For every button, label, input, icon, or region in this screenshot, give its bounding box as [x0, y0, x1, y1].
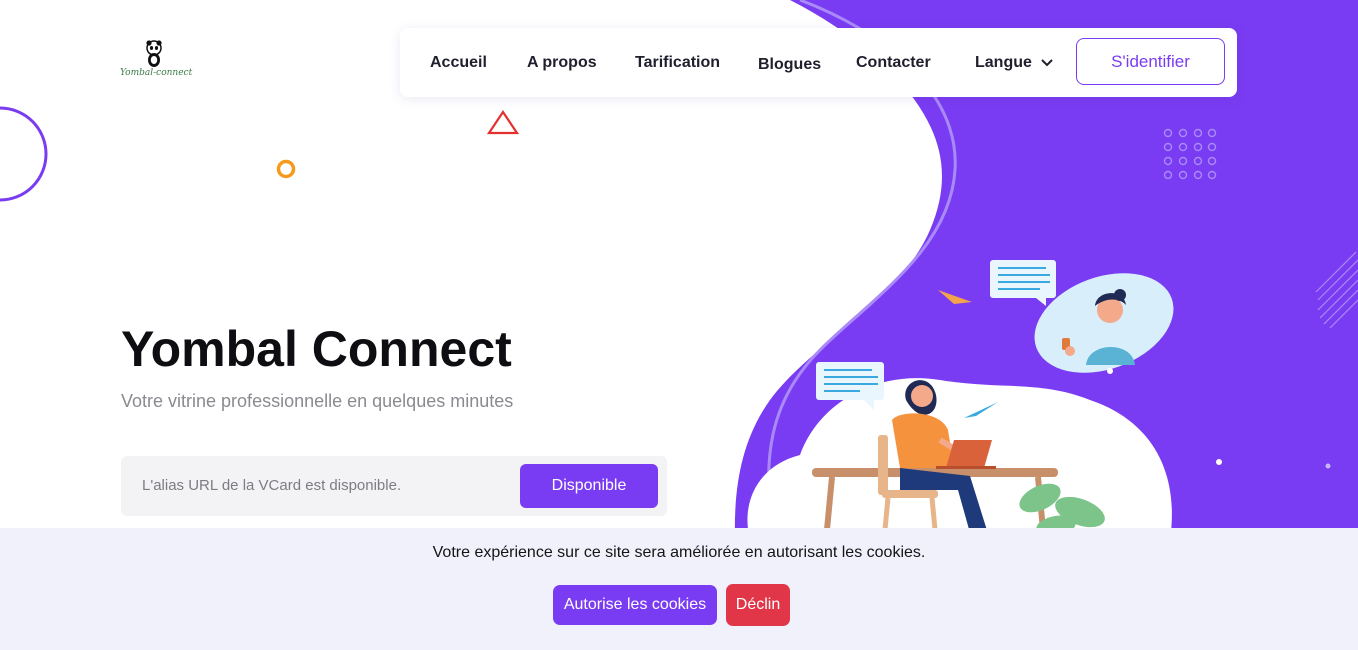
chevron-down-icon [1041, 59, 1053, 67]
orange-ring-decoration [276, 159, 296, 179]
language-dropdown[interactable]: Langue [975, 28, 1054, 97]
cookie-message: Votre expérience sur ce site sera amélio… [432, 544, 926, 561]
hero-illustration [747, 260, 1174, 540]
alias-availability-box: L'alias URL de la VCard est disponible. … [121, 456, 667, 516]
login-button[interactable]: S'identifier [1076, 38, 1225, 85]
main-navbar: Accueil A propos Tarification Blogues Co… [400, 28, 1237, 97]
language-label: Langue [975, 54, 1032, 71]
logo-wordmark: Yombal-connect [120, 68, 193, 78]
message-bubble-icon [990, 260, 1056, 306]
red-triangle-decoration [487, 110, 519, 135]
alias-status-message: L'alias URL de la VCard est disponible. [142, 477, 402, 494]
nav-item-blogues[interactable]: Blogues [758, 30, 821, 99]
brand-logo[interactable]: Yombal-connect [120, 38, 193, 86]
nav-item-a-propos[interactable]: A propos [527, 28, 597, 97]
paper-plane-icon [938, 290, 972, 304]
nav-item-contacter[interactable]: Contacter [856, 28, 931, 97]
alias-available-button[interactable]: Disponible [520, 464, 658, 508]
decline-cookies-button[interactable]: Déclin [726, 584, 790, 626]
hero-subtitle: Votre vitrine professionnelle en quelque… [121, 391, 514, 411]
accept-cookies-button[interactable]: Autorise les cookies [553, 585, 717, 625]
panda-logo-icon [146, 40, 162, 67]
purple-ring-decoration [0, 106, 48, 202]
nav-item-accueil[interactable]: Accueil [430, 28, 487, 97]
hero-title: Yombal Connect [121, 321, 512, 377]
nav-item-tarification[interactable]: Tarification [635, 28, 720, 97]
cookie-consent-banner: Votre expérience sur ce site sera amélio… [0, 528, 1358, 650]
